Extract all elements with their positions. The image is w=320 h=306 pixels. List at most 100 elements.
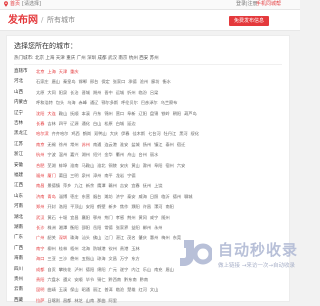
city-link[interactable]: 宜昌 bbox=[70, 215, 78, 220]
city-link[interactable]: 鞍山 bbox=[59, 111, 67, 116]
city-link[interactable]: 韶关 bbox=[47, 235, 55, 240]
city-link[interactable]: 鹤壁 bbox=[97, 204, 105, 209]
city-link[interactable]: 四平 bbox=[59, 121, 67, 126]
city-link[interactable]: 泉州 bbox=[82, 173, 90, 178]
city-link[interactable]: 长治 bbox=[70, 90, 78, 95]
city-link[interactable]: 湖州 bbox=[82, 152, 90, 157]
city-link[interactable]: 安阳 bbox=[86, 204, 94, 209]
city-link[interactable]: 马鞍山 bbox=[82, 163, 95, 168]
city-link[interactable]: 普洱 bbox=[104, 287, 112, 292]
city-link[interactable]: 伊春 bbox=[121, 131, 129, 136]
city-link[interactable]: 儋州 bbox=[70, 256, 78, 261]
city-link[interactable]: 晋城 bbox=[82, 90, 90, 95]
city-link[interactable]: 保山 bbox=[70, 287, 78, 292]
city-link[interactable]: 阳泉 bbox=[59, 90, 67, 95]
city-link[interactable]: 荆门 bbox=[104, 215, 112, 220]
city-link[interactable]: 鸡西 bbox=[71, 131, 79, 136]
city-link[interactable]: 济南 bbox=[36, 194, 44, 199]
city-link[interactable]: 湘潭 bbox=[59, 225, 67, 230]
city-link[interactable]: 阜新 bbox=[127, 111, 135, 116]
city-link[interactable]: 三明 bbox=[70, 173, 78, 178]
city-link[interactable]: 临沧 bbox=[116, 287, 124, 292]
city-link[interactable]: 滁州 bbox=[143, 163, 151, 168]
city-link[interactable]: 成都 bbox=[36, 267, 44, 272]
city-link[interactable]: 梧州 bbox=[70, 246, 78, 251]
post-info-button[interactable]: 免费发布信息 bbox=[229, 16, 269, 26]
city-link[interactable]: 黄石 bbox=[47, 215, 55, 220]
city-link[interactable]: 随州 bbox=[161, 215, 169, 220]
city-link[interactable]: 龙岩 bbox=[116, 173, 124, 178]
city-link[interactable]: 巴彦淖尔 bbox=[141, 100, 158, 105]
city-link[interactable]: 珠海 bbox=[70, 235, 78, 240]
city-link[interactable]: 北京 bbox=[36, 69, 44, 74]
city-link[interactable]: 沈阳 bbox=[36, 111, 44, 116]
city-link[interactable]: 石家庄 bbox=[36, 79, 49, 84]
city-link[interactable]: 九江 bbox=[74, 183, 82, 188]
city-link[interactable]: 郴州 bbox=[143, 225, 151, 230]
city-link[interactable]: 嘉兴 bbox=[70, 152, 78, 157]
city-link[interactable]: 三沙 bbox=[59, 256, 67, 261]
city-link[interactable]: 六安 bbox=[177, 163, 185, 168]
city-link[interactable]: 黔东南 bbox=[124, 277, 137, 282]
city-link[interactable]: 曲靖 bbox=[47, 287, 55, 292]
city-link[interactable]: 运城 bbox=[116, 90, 124, 95]
city-link[interactable]: 丹东 bbox=[93, 111, 101, 116]
city-link[interactable]: 咸宁 bbox=[150, 215, 158, 220]
city-link[interactable]: 鄂尔多斯 bbox=[101, 100, 118, 105]
city-link[interactable]: 山南 bbox=[86, 298, 94, 303]
city-link[interactable]: 德州 bbox=[173, 194, 181, 199]
city-link[interactable]: 牡丹江 bbox=[164, 131, 177, 136]
city-link[interactable]: 白山 bbox=[93, 121, 101, 126]
city-link[interactable]: 濮阳 bbox=[131, 204, 139, 209]
city-link[interactable]: 包头 bbox=[56, 100, 64, 105]
city-link[interactable]: 呼伦贝尔 bbox=[121, 100, 138, 105]
city-link[interactable]: 文昌 bbox=[109, 256, 117, 261]
city-link[interactable]: 秦皇岛 bbox=[63, 79, 76, 84]
city-link[interactable]: 沧州 bbox=[140, 79, 148, 84]
city-link[interactable]: 长沙 bbox=[36, 225, 44, 230]
city-link[interactable]: 焦作 bbox=[120, 204, 128, 209]
city-link[interactable]: 琼海 bbox=[97, 256, 105, 261]
city-link[interactable]: 江门 bbox=[104, 235, 112, 240]
city-link[interactable]: 赣州 bbox=[109, 183, 117, 188]
city-link[interactable]: 金华 bbox=[104, 152, 112, 157]
city-link[interactable]: 昆明 bbox=[36, 287, 44, 292]
city-link[interactable]: 张家口 bbox=[113, 79, 126, 84]
city-link[interactable]: 海口 bbox=[36, 256, 44, 261]
city-link[interactable]: 昭通 bbox=[82, 287, 90, 292]
city-link[interactable]: 惠州 bbox=[150, 235, 158, 240]
city-link[interactable]: 徐州 bbox=[59, 142, 67, 147]
city-link[interactable]: 吕梁 bbox=[150, 90, 158, 95]
city-link[interactable]: 昌都 bbox=[63, 298, 71, 303]
city-link[interactable]: 开封 bbox=[47, 204, 55, 209]
login-register-link[interactable]: 登录|注册 bbox=[236, 1, 258, 8]
city-link[interactable]: 七台河 bbox=[148, 131, 161, 136]
city-link[interactable]: 玉溪 bbox=[59, 287, 67, 292]
city-link[interactable]: 三亚 bbox=[47, 256, 55, 261]
city-link[interactable]: 丽水 bbox=[150, 152, 158, 157]
city-link[interactable]: 漳州 bbox=[93, 173, 101, 178]
city-link[interactable]: 齐齐哈尔 bbox=[52, 131, 69, 136]
city-link[interactable]: 大庆 bbox=[110, 131, 118, 136]
city-link[interactable]: 重庆 bbox=[70, 69, 78, 74]
city-link[interactable]: 南充 bbox=[154, 267, 162, 272]
city-link[interactable]: 营口 bbox=[116, 111, 124, 116]
city-link[interactable]: 许昌 bbox=[143, 204, 151, 209]
city-link[interactable]: 六盘水 bbox=[47, 277, 60, 282]
city-link[interactable]: 本溪 bbox=[82, 111, 90, 116]
city-link[interactable]: 张家界 bbox=[116, 225, 129, 230]
city-link[interactable]: 抚顺 bbox=[70, 111, 78, 116]
city-link[interactable]: 台州 bbox=[139, 152, 147, 157]
city-link[interactable]: 鄂州 bbox=[93, 215, 101, 220]
city-link[interactable]: 荆州 bbox=[127, 215, 135, 220]
city-link[interactable]: 阜阳 bbox=[154, 163, 162, 168]
city-link[interactable]: 绥化 bbox=[191, 131, 199, 136]
city-link[interactable]: 上海 bbox=[47, 69, 55, 74]
city-link[interactable]: 衡阳 bbox=[70, 225, 78, 230]
city-link[interactable]: 邯郸 bbox=[79, 79, 87, 84]
city-link[interactable]: 通化 bbox=[82, 121, 90, 126]
city-link[interactable]: 景德镇 bbox=[47, 183, 60, 188]
city-link[interactable]: 唐山 bbox=[52, 79, 60, 84]
city-link[interactable]: 烟台 bbox=[93, 194, 101, 199]
city-link[interactable]: 厦门 bbox=[47, 173, 55, 178]
